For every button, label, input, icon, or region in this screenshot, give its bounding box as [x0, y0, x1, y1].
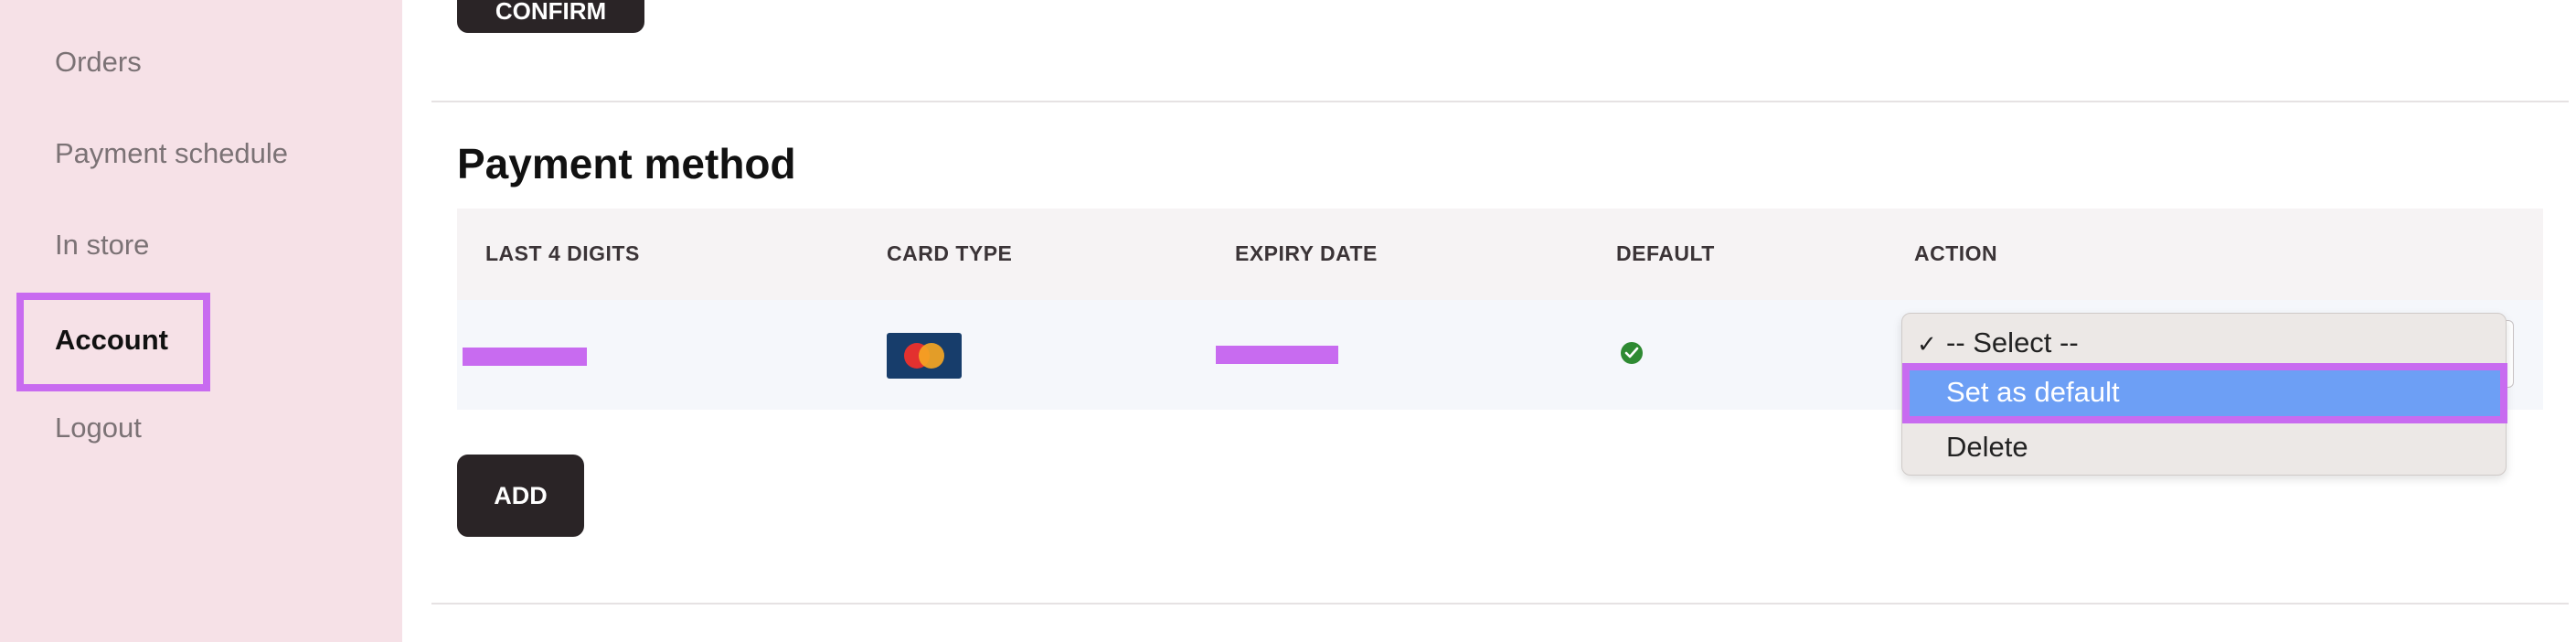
action-dropdown-menu: ✓ -- Select -- Set as default Delete [1901, 313, 2507, 476]
redacted-last-4-digits [463, 348, 587, 366]
column-header-card-type: CARD TYPE [887, 241, 1013, 265]
sidebar-item-in-store[interactable]: In store [55, 229, 149, 262]
checkmark-icon: ✓ [1917, 330, 1937, 358]
sidebar-item-account-label: Account [55, 324, 168, 356]
check-circle-icon [1621, 342, 1643, 364]
option-delete[interactable]: Delete [1946, 431, 2028, 464]
column-header-expiry-date: EXPIRY DATE [1235, 241, 1378, 265]
sidebar-item-orders[interactable]: Orders [55, 46, 142, 79]
column-header-last-4-digits: LAST 4 DIGITS [485, 241, 640, 265]
page: Orders Payment schedule In store Account… [0, 0, 2576, 642]
redacted-expiry-date [1216, 346, 1338, 364]
table-header: LAST 4 DIGITS CARD TYPE EXPIRY DATE DEFA… [457, 209, 2543, 300]
sidebar: Orders Payment schedule In store Account… [0, 0, 402, 642]
section-divider-bottom [431, 603, 2569, 605]
section-divider [431, 101, 2569, 102]
column-header-action: ACTION [1914, 241, 1998, 265]
payment-method-table: LAST 4 DIGITS CARD TYPE EXPIRY DATE DEFA… [457, 209, 2543, 476]
sidebar-item-logout[interactable]: Logout [55, 412, 142, 444]
sidebar-item-account[interactable]: Account [16, 293, 210, 391]
option-select[interactable]: -- Select -- [1946, 326, 2079, 359]
option-set-as-default[interactable]: Set as default [1902, 363, 2507, 423]
table-row: ⌄ ✓ -- Select -- Set as default Delete [457, 300, 2543, 476]
column-header-default: DEFAULT [1616, 241, 1715, 265]
sidebar-item-payment-schedule[interactable]: Payment schedule [55, 137, 288, 170]
option-set-as-default-label: Set as default [1946, 376, 2120, 408]
mastercard-icon [887, 333, 962, 379]
add-button[interactable]: ADD [457, 455, 584, 537]
payment-method-title: Payment method [457, 140, 796, 187]
confirm-button[interactable]: CONFIRM [457, 0, 644, 33]
